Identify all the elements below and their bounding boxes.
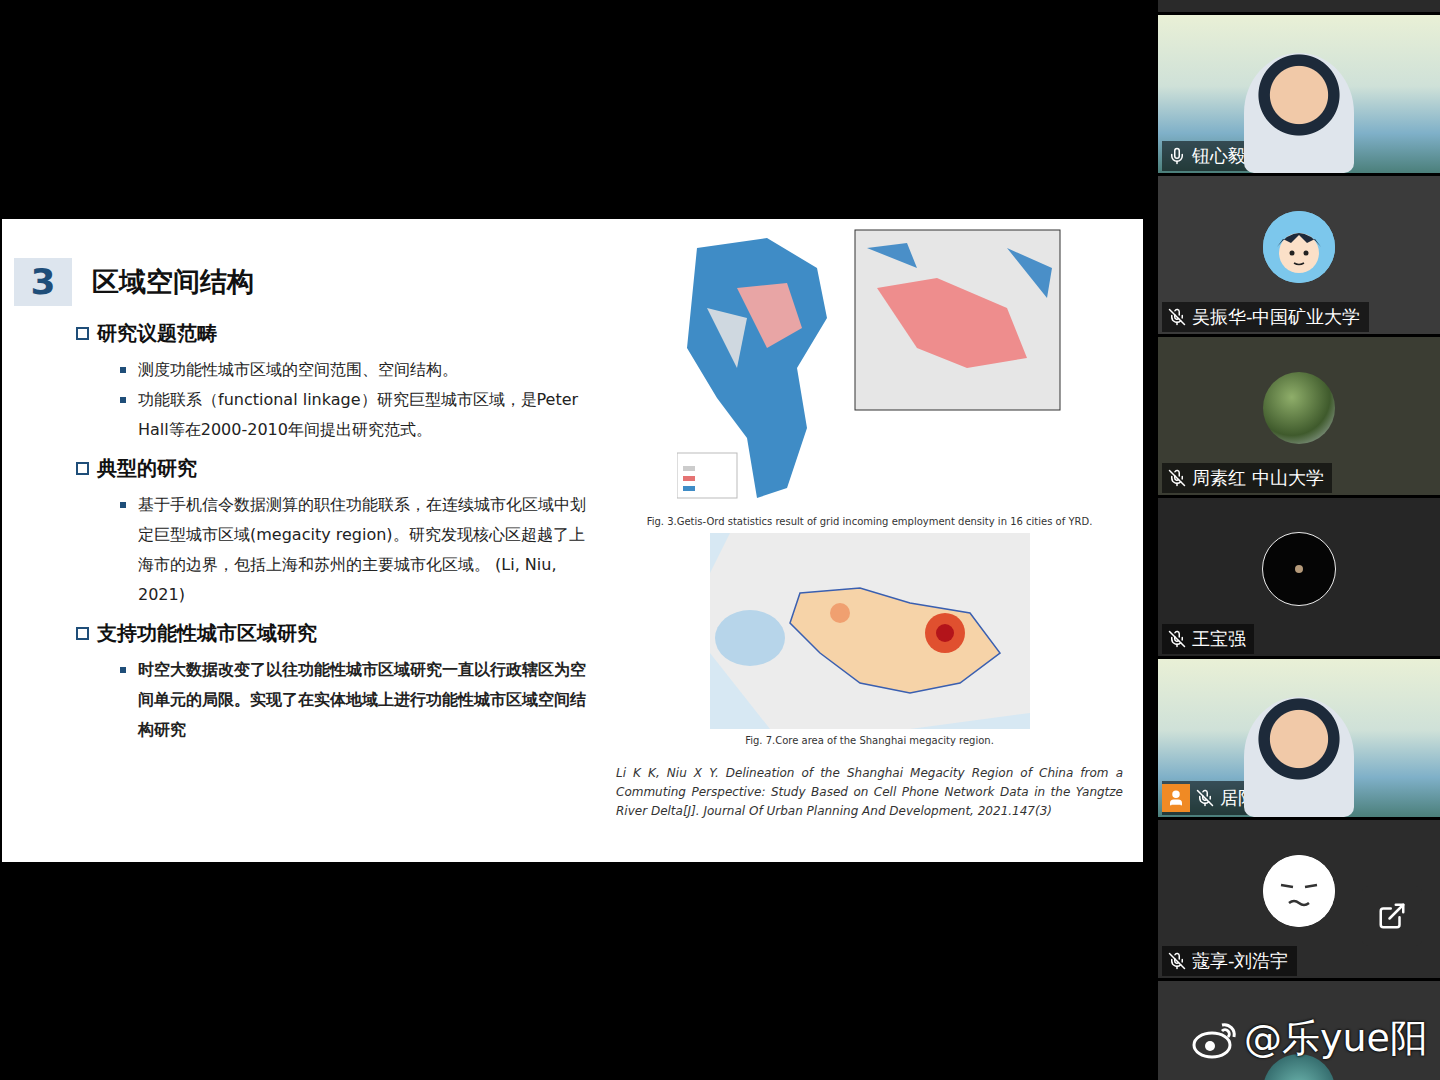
slide-section: 研究议题范畴测度功能性城市区域的空间范围、空间结构。功能联系（functiona… (14, 320, 612, 445)
section-heading: 研究议题范畴 (76, 320, 612, 347)
bullet-item: 功能联系（functional linkage）研究巨型城市区域，是Peter … (78, 385, 612, 445)
cartoon-avatar-icon (1263, 211, 1335, 283)
section-number: 3 (14, 258, 72, 306)
figure: Fig. 3.Getis-Ord statistics result of gr… (647, 228, 1093, 527)
bullet-icon (120, 397, 126, 403)
square-bullet-icon (76, 327, 89, 340)
section-heading: 支持功能性城市区域研究 (76, 620, 612, 647)
avatar (1263, 372, 1335, 444)
bullet-item: 测度功能性城市区域的空间范围、空间结构。 (78, 355, 612, 385)
section-heading: 典型的研究 (76, 455, 612, 482)
slide-title-row: 3 区域空间结构 (14, 258, 612, 306)
avatar (1262, 532, 1336, 606)
pop-out-button[interactable] (1362, 886, 1422, 946)
owner-badge (1162, 784, 1190, 812)
figure-caption: Fig. 7.Core area of the Shanghai megacit… (745, 735, 994, 746)
person-icon (1167, 789, 1185, 807)
figure-caption: Fig. 3.Getis-Ord statistics result of gr… (647, 516, 1093, 527)
figure: Fig. 7.Core area of the Shanghai megacit… (710, 533, 1030, 746)
reference: Li K K, Niu X Y. Delineation of the Shan… (616, 764, 1123, 821)
mic-off-icon (1168, 308, 1186, 326)
participant-tile-partial (1158, 0, 1440, 12)
bullet-icon (120, 367, 126, 373)
slide-title: 区域空间结构 (92, 264, 254, 300)
participant-tile[interactable]: 王宝强 (1158, 498, 1440, 656)
video-person (1244, 53, 1354, 173)
emoji-avatar-icon (1263, 855, 1335, 927)
participant-tile[interactable]: 居阳 (1158, 659, 1440, 817)
slide-figures: Fig. 3.Getis-Ord statistics result of gr… (612, 219, 1143, 862)
participant-tile[interactable]: 钮心毅 (1158, 15, 1440, 173)
mic-off-icon (1168, 469, 1186, 487)
watermark: @乐yue阳 (1192, 1013, 1428, 1064)
mic-off-icon (1168, 952, 1186, 970)
core-map (710, 533, 1030, 729)
meeting-screen: 3 区域空间结构研究议题范畴测度功能性城市区域的空间范围、空间结构。功能联系（fu… (0, 0, 1440, 1080)
bullet-icon (120, 667, 126, 673)
slide-text: 3 区域空间结构研究议题范畴测度功能性城市区域的空间范围、空间结构。功能联系（fu… (2, 219, 612, 862)
participant-label: 吴振华-中国矿业大学 (1162, 302, 1369, 332)
avatar (1263, 211, 1335, 283)
avatar (1263, 855, 1335, 927)
dot-icon (1294, 564, 1304, 574)
pop-out-icon (1377, 901, 1407, 931)
participant-tile[interactable]: 吴振华-中国矿业大学 (1158, 176, 1440, 334)
square-bullet-icon (76, 627, 89, 640)
participant-label: 钮心毅 (1162, 141, 1254, 171)
participant-label: 王宝强 (1162, 624, 1254, 654)
bullet-icon (120, 502, 126, 508)
slide-section: 典型的研究基于手机信令数据测算的职住功能联系，在连续城市化区域中划定巨型城市区域… (14, 455, 612, 610)
participant-list[interactable]: 钮心毅吴振华-中国矿业大学周素红 中山大学王宝强居阳蔻享-刘浩宇 (1158, 0, 1440, 1080)
participant-tile[interactable]: 蔻享-刘浩宇 (1158, 820, 1440, 978)
slide-section: 支持功能性城市区域研究时空大数据改变了以往功能性城市区域研究一直以行政辖区为空间… (14, 620, 612, 745)
bullet-item: 基于手机信令数据测算的职住功能联系，在连续城市化区域中划定巨型城市区域(mega… (78, 490, 612, 610)
weibo-icon (1192, 1019, 1238, 1059)
mic-icon (1168, 147, 1186, 165)
participant-label: 蔻享-刘浩宇 (1162, 946, 1297, 976)
participant-label: 周素红 中山大学 (1162, 463, 1332, 493)
participant-tile[interactable]: 周素红 中山大学 (1158, 337, 1440, 495)
getis-map (677, 228, 1062, 510)
slide: 3 区域空间结构研究议题范畴测度功能性城市区域的空间范围、空间结构。功能联系（fu… (2, 219, 1143, 862)
video-person (1244, 697, 1354, 817)
square-bullet-icon (76, 462, 89, 475)
share-stage: 3 区域空间结构研究议题范畴测度功能性城市区域的空间范围、空间结构。功能联系（fu… (0, 0, 1158, 1080)
mic-off-icon (1196, 789, 1214, 807)
mic-off-icon (1168, 630, 1186, 648)
bullet-item: 时空大数据改变了以往功能性城市区域研究一直以行政辖区为空间单元的局限。实现了在实… (78, 655, 612, 745)
